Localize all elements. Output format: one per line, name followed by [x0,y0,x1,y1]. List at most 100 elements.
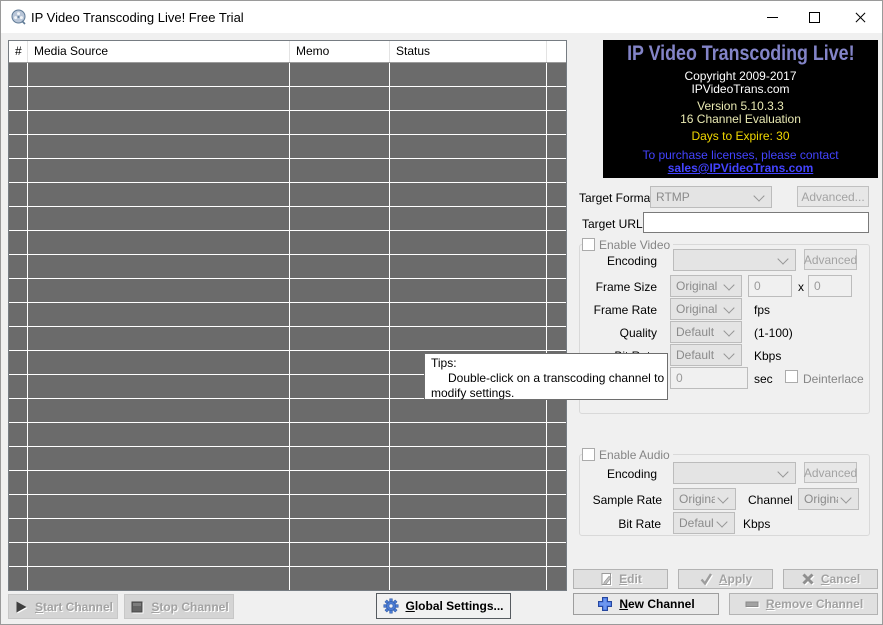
table-cell [28,543,290,566]
table-row[interactable] [9,63,566,87]
column-header-number[interactable]: # [9,41,28,62]
table-row[interactable] [9,279,566,303]
table-cell [28,519,290,542]
table-row[interactable] [9,135,566,159]
table-cell [28,567,290,590]
table-cell [547,447,566,470]
table-cell [390,255,547,278]
chevron-down-icon [723,279,734,290]
table-cell [28,231,290,254]
table-cell [390,543,547,566]
edit-button[interactable]: Edit [573,569,668,589]
table-row[interactable] [9,303,566,327]
maximize-button[interactable] [793,1,835,33]
table-cell [547,495,566,518]
chevron-down-icon [717,492,728,503]
video-advanced-button[interactable]: Advanced [804,249,857,270]
chevron-down-icon [840,492,851,503]
table-row[interactable] [9,183,566,207]
table-cell [547,207,566,230]
minimize-button[interactable] [751,1,793,33]
table-cell [28,351,290,374]
stop-channel-button[interactable]: Stop Channel [124,594,234,619]
column-header-filler [547,41,566,62]
video-bit-rate-select[interactable]: Default [670,344,742,366]
table-cell [290,207,390,230]
table-cell [547,399,566,422]
website-text: IPVideoTrans.com [691,83,789,96]
table-row[interactable] [9,519,566,543]
target-url-input[interactable] [643,212,869,233]
quality-select[interactable]: Default [670,321,742,343]
table-cell [9,399,28,422]
table-row[interactable] [9,159,566,183]
table-cell [28,303,290,326]
edit-icon [599,572,613,586]
cancel-button[interactable]: Cancel [783,569,878,589]
table-cell [290,111,390,134]
audio-bit-rate-select[interactable]: Default [673,512,735,534]
frame-width-input[interactable] [748,275,792,297]
table-cell [390,111,547,134]
channel-select[interactable]: Original [798,488,859,510]
table-row[interactable] [9,399,566,423]
audio-bit-rate-unit: Kbps [743,517,770,531]
apply-button[interactable]: Apply [678,569,773,589]
table-cell [390,327,547,350]
close-button[interactable] [837,1,883,33]
audio-encoding-select[interactable] [673,462,796,484]
table-cell [390,135,547,158]
table-row[interactable] [9,447,566,471]
table-row[interactable] [9,567,566,591]
table-row[interactable] [9,423,566,447]
column-header-status[interactable]: Status [390,41,547,62]
table-row[interactable] [9,327,566,351]
enable-audio-checkbox[interactable] [582,448,595,461]
target-format-label: Target Format [579,191,654,205]
minus-icon [744,596,760,612]
remove-channel-button[interactable]: Remove Channel [729,593,878,615]
target-format-select[interactable]: RTMP [650,186,772,208]
start-channel-button[interactable]: Start Channel [8,594,118,619]
apply-icon [699,572,713,586]
table-cell [9,231,28,254]
table-cell [9,87,28,110]
sample-rate-select[interactable]: Original [673,488,736,510]
table-row[interactable] [9,495,566,519]
table-row[interactable] [9,207,566,231]
table-cell [290,303,390,326]
table-row[interactable] [9,255,566,279]
target-advanced-button[interactable]: Advanced... [797,186,869,207]
minimize-icon [767,17,778,18]
global-settings-button[interactable]: Global Settings... [376,593,511,619]
table-cell [547,519,566,542]
table-row[interactable] [9,471,566,495]
tooltip-line2: Double-click on a transcoding channel to [431,371,667,386]
table-cell [390,567,547,590]
table-row[interactable] [9,231,566,255]
deinterlace-checkbox[interactable] [785,370,798,383]
frame-height-input[interactable] [808,275,852,297]
enable-video-checkbox[interactable] [582,238,595,251]
table-row[interactable] [9,87,566,111]
window-title: IP Video Transcoding Live! Free Trial [31,10,244,25]
table-cell [9,327,28,350]
table-cell [9,183,28,206]
column-header-memo[interactable]: Memo [290,41,390,62]
table-row[interactable] [9,543,566,567]
audio-advanced-button[interactable]: Advanced [804,462,857,483]
frame-rate-select[interactable]: Original [670,298,742,320]
table-cell [290,63,390,86]
column-header-media-source[interactable]: Media Source [28,41,290,62]
frame-size-select[interactable]: Original [670,275,742,297]
delay-input[interactable] [670,367,748,389]
sales-email-link[interactable]: sales@IPVideoTrans.com [668,162,814,175]
video-encoding-select[interactable] [673,249,796,271]
new-channel-button[interactable]: New Channel [573,593,719,615]
table-cell [28,471,290,494]
table-cell [9,471,28,494]
maximize-icon [809,12,820,23]
table-cell [28,87,290,110]
table-row[interactable] [9,111,566,135]
table-cell [290,135,390,158]
